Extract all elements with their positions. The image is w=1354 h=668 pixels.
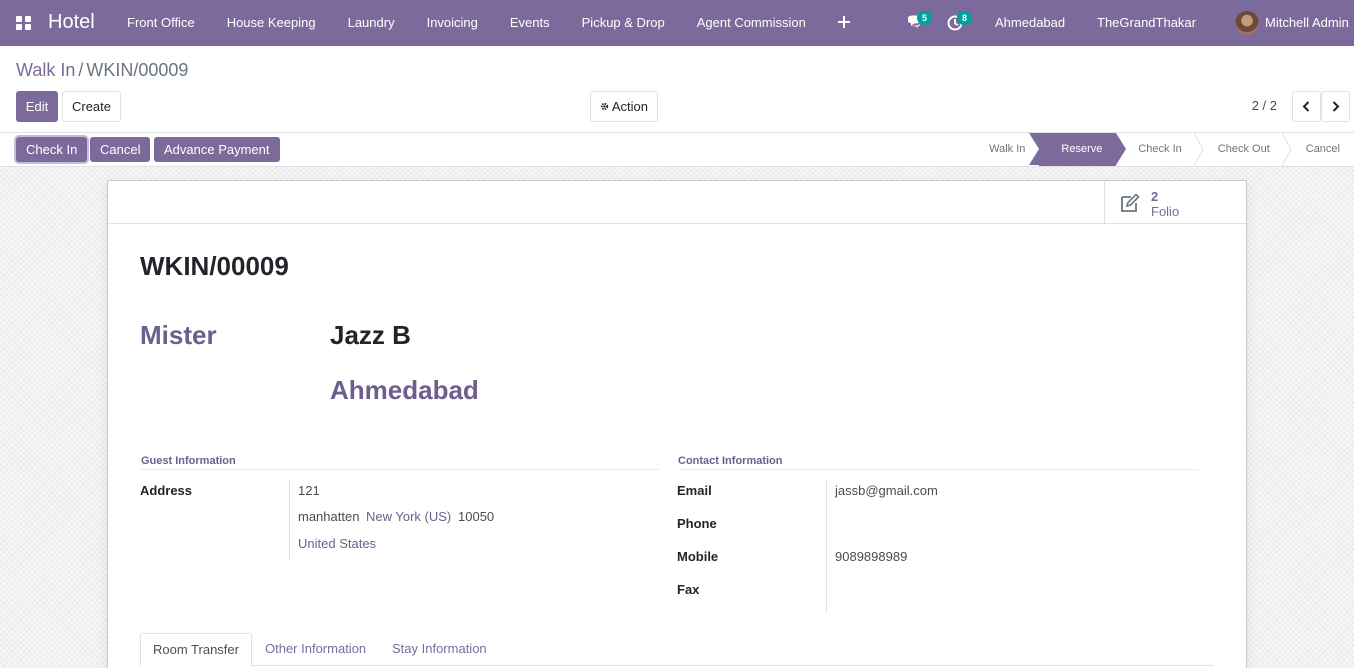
control-panel: Walk In / WKIN/00009 Edit Create Action 2 … bbox=[0, 46, 1354, 133]
chevron-right-icon bbox=[1332, 101, 1340, 112]
menu-front-office[interactable]: Front Office bbox=[111, 0, 211, 46]
pager-value[interactable]: 2 / 2 bbox=[1252, 98, 1277, 113]
folio-label: Folio bbox=[1151, 204, 1180, 219]
breadcrumb-current: WKIN/00009 bbox=[86, 60, 189, 80]
folio-smart-button[interactable]: 2 Folio bbox=[1104, 181, 1246, 224]
stage-check-out[interactable]: Check Out bbox=[1196, 133, 1292, 166]
gear-icon bbox=[600, 102, 609, 111]
phone-label: Phone bbox=[677, 516, 717, 531]
email-label: Email bbox=[677, 483, 712, 498]
create-button[interactable]: Create bbox=[62, 91, 121, 122]
more-menu-plus-icon[interactable] bbox=[822, 0, 866, 46]
notebook-tabs: Room Transfer Other Information Stay Inf… bbox=[140, 633, 1214, 666]
apps-menu-icon[interactable] bbox=[16, 16, 32, 30]
action-label: Action bbox=[611, 99, 649, 114]
mobile-label: Mobile bbox=[677, 549, 719, 564]
app-brand[interactable]: Hotel bbox=[48, 11, 95, 34]
contact-divider bbox=[826, 480, 827, 612]
form-sheet: 2 Folio WKIN/00009 Mister Jazz B Ahmedab… bbox=[107, 180, 1247, 668]
chevron-left-icon bbox=[1302, 101, 1310, 112]
guest-city-field[interactable]: Ahmedabad bbox=[330, 375, 479, 406]
stage-check-in[interactable]: Check In bbox=[1116, 133, 1204, 166]
status-bar: Check In Cancel Advance Payment Walk In … bbox=[0, 133, 1354, 167]
stage-reserve[interactable]: Reserve bbox=[1029, 133, 1127, 166]
menu-house-keeping[interactable]: House Keeping bbox=[211, 0, 332, 46]
folio-count: 2 bbox=[1151, 189, 1159, 204]
user-avatar[interactable] bbox=[1235, 11, 1259, 35]
address-state-link[interactable]: New York (US) bbox=[366, 509, 451, 524]
menu-laundry[interactable]: Laundry bbox=[332, 0, 411, 46]
guest-title-field[interactable]: Mister bbox=[140, 320, 217, 351]
pager-previous-button[interactable] bbox=[1292, 91, 1321, 122]
menu-events[interactable]: Events bbox=[494, 0, 566, 46]
edit-button[interactable]: Edit bbox=[16, 91, 58, 122]
activities-count-badge: 8 bbox=[957, 11, 972, 25]
check-in-button[interactable]: Check In bbox=[16, 137, 88, 162]
user-menu[interactable]: Mitchell Admin bbox=[1265, 0, 1349, 46]
branch-switcher[interactable]: Ahmedabad bbox=[995, 0, 1065, 46]
advance-payment-button[interactable]: Advance Payment bbox=[154, 137, 280, 162]
tab-room-transfer[interactable]: Room Transfer bbox=[140, 633, 252, 666]
stage-cancel[interactable]: Cancel bbox=[1284, 133, 1354, 166]
menu-invoicing[interactable]: Invoicing bbox=[411, 0, 494, 46]
menu-pickup-drop[interactable]: Pickup & Drop bbox=[566, 0, 681, 46]
main-menu: Front Office House Keeping Laundry Invoi… bbox=[111, 0, 866, 46]
activities-clock-icon[interactable]: 8 bbox=[946, 11, 972, 32]
breadcrumb-separator: / bbox=[78, 60, 84, 80]
tab-other-information[interactable]: Other Information bbox=[253, 633, 378, 666]
mobile-value: 9089898989 bbox=[835, 549, 908, 564]
company-switcher[interactable]: TheGrandThakar bbox=[1097, 0, 1196, 46]
address-label: Address bbox=[140, 483, 193, 498]
email-value: jassb@gmail.com bbox=[835, 483, 938, 498]
stage-pipeline: Walk In Reserve Check In Check Out Cance… bbox=[967, 133, 1354, 166]
fax-label: Fax bbox=[677, 582, 700, 597]
pager-next-button[interactable] bbox=[1321, 91, 1350, 122]
messages-icon[interactable]: 5 bbox=[906, 11, 932, 32]
address-zip: 10050 bbox=[458, 509, 495, 524]
contact-information-heading: Contact Information bbox=[678, 455, 1198, 470]
menu-agent-commission[interactable]: Agent Commission bbox=[681, 0, 822, 46]
guest-information-heading: Guest Information bbox=[141, 455, 659, 470]
address-divider bbox=[289, 480, 290, 560]
address-city: manhatten bbox=[298, 509, 360, 524]
smart-button-box: 2 Folio bbox=[108, 181, 1246, 224]
breadcrumb: Walk In / WKIN/00009 bbox=[16, 60, 188, 81]
address-street: 121 bbox=[298, 483, 320, 498]
record-reference: WKIN/00009 bbox=[140, 251, 289, 281]
edit-document-icon bbox=[1121, 193, 1140, 212]
top-navbar: Hotel Front Office House Keeping Laundry… bbox=[0, 0, 1354, 46]
guest-name-field: Jazz B bbox=[330, 320, 411, 350]
tab-stay-information[interactable]: Stay Information bbox=[380, 633, 499, 666]
address-country-link[interactable]: United States bbox=[298, 536, 376, 551]
cancel-button[interactable]: Cancel bbox=[90, 137, 151, 162]
messages-count-badge: 5 bbox=[917, 11, 932, 25]
action-dropdown[interactable]: Action bbox=[590, 91, 658, 122]
breadcrumb-parent[interactable]: Walk In bbox=[16, 60, 75, 80]
